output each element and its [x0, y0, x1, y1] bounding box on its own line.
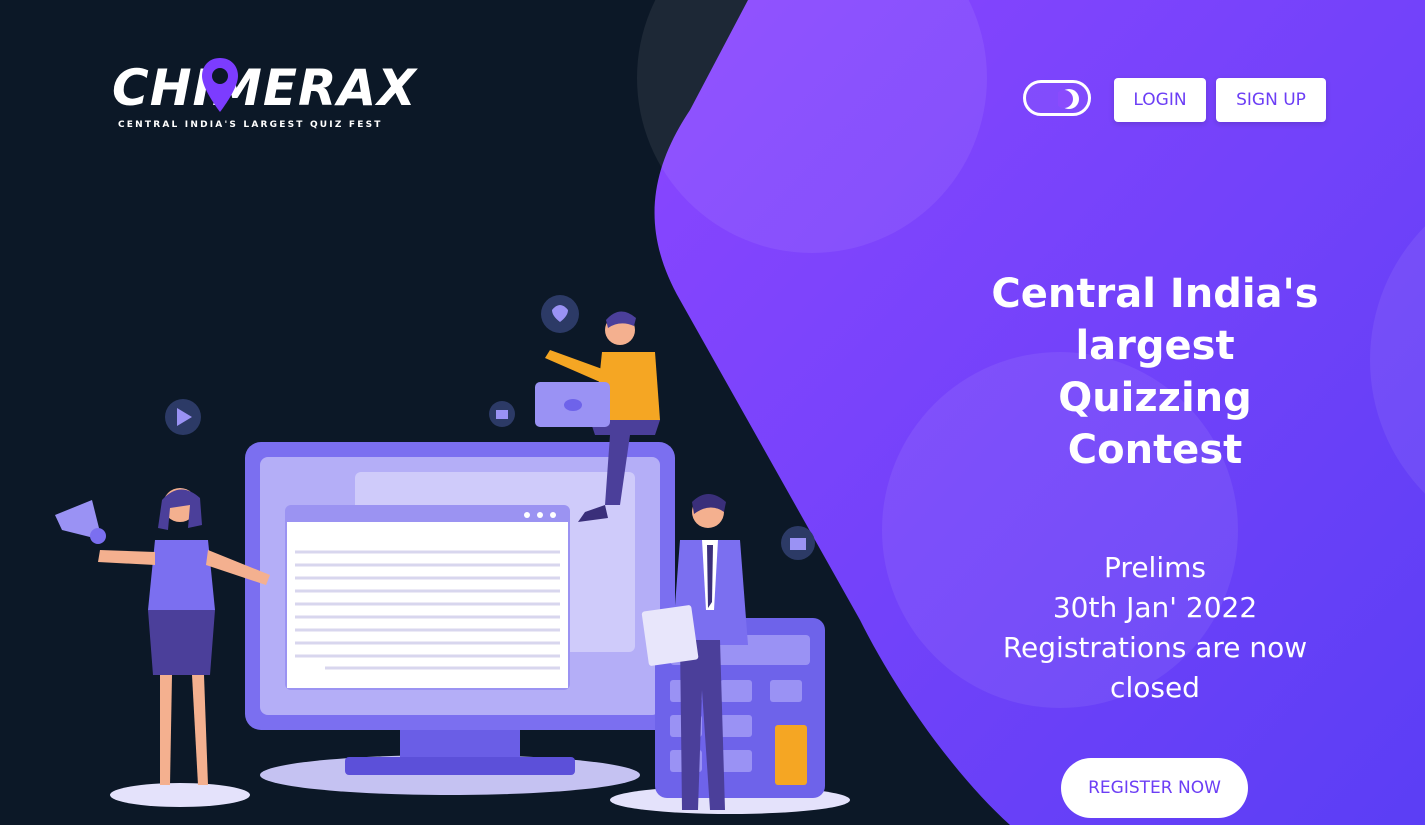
logo-wordmark: CHIMERAX: [112, 59, 417, 117]
moon-icon: [1058, 89, 1079, 109]
site-logo[interactable]: CHIMERAX CENTRAL INDIA'S LARGEST QUIZ FE…: [112, 54, 432, 136]
registration-status: closed: [1110, 671, 1200, 704]
hero-title: Central India's largest Quizzing Contest: [975, 268, 1335, 476]
event-name: Prelims: [1104, 551, 1206, 584]
login-button[interactable]: LOGIN: [1114, 78, 1206, 122]
registration-status: Registrations are now: [1002, 631, 1308, 664]
thumbs-up-bubble-icon: [489, 401, 515, 427]
hero-title-line: Contest: [1067, 427, 1243, 473]
location-pin-icon: [202, 58, 238, 112]
hero-title-line: largest Quizzing: [1058, 323, 1252, 421]
event-date: 30th Jan' 2022: [1052, 591, 1258, 624]
sign-up-button[interactable]: SIGN UP: [1216, 78, 1326, 122]
hero-title-line: Central India's: [991, 271, 1319, 317]
landing-page: CHIMERAX CENTRAL INDIA'S LARGEST QUIZ FE…: [0, 0, 1425, 825]
event-info: Prelims 30th Jan' 2022 Registrations are…: [985, 548, 1325, 708]
hero-illustration: [55, 295, 850, 814]
play-bubble-icon: [165, 399, 201, 435]
logo-tagline: CENTRAL INDIA'S LARGEST QUIZ FEST: [118, 120, 383, 130]
heart-bubble-icon: [541, 295, 579, 333]
thumbs-up-bubble-icon: [781, 526, 815, 560]
register-now-button[interactable]: REGISTER NOW: [1061, 758, 1248, 818]
theme-toggle[interactable]: [1023, 80, 1091, 116]
